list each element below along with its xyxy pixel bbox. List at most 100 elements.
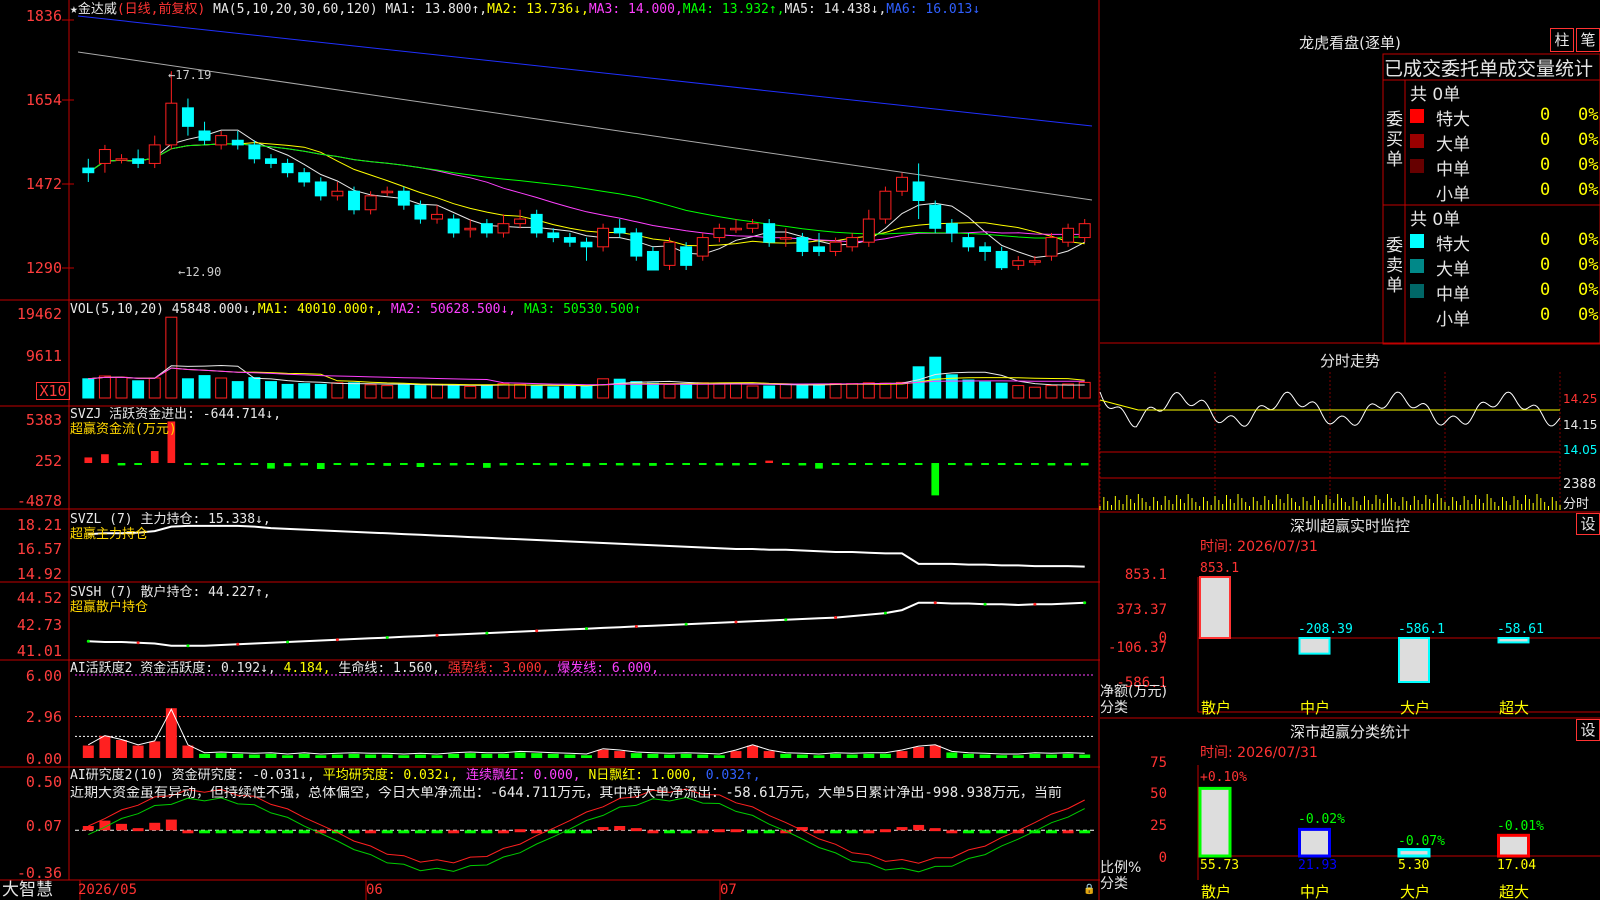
research-bar bbox=[680, 830, 692, 834]
stock-name: 金达威 bbox=[77, 2, 117, 17]
flow-bar bbox=[84, 457, 93, 464]
activity-bar bbox=[630, 753, 642, 758]
candle-down bbox=[646, 250, 659, 271]
volume-bar bbox=[796, 384, 809, 399]
research-bar bbox=[913, 824, 925, 831]
volume-bar bbox=[713, 382, 726, 399]
retail-holding-dot bbox=[335, 638, 339, 642]
flow-bar bbox=[433, 463, 441, 466]
candle-down bbox=[929, 204, 942, 229]
flow-bar bbox=[615, 463, 624, 466]
retail-holding-dot bbox=[883, 611, 887, 615]
volume-bar bbox=[82, 378, 95, 399]
activity-bar bbox=[547, 753, 559, 758]
activity-bar bbox=[780, 753, 792, 758]
activity-bar bbox=[1062, 753, 1074, 758]
flow-bar bbox=[831, 463, 840, 466]
candle-up bbox=[165, 102, 178, 146]
candle-up bbox=[779, 237, 792, 240]
candle-up bbox=[148, 144, 161, 164]
retail-holding-dot bbox=[236, 642, 240, 646]
flow-bar bbox=[267, 463, 275, 469]
candle-down bbox=[264, 158, 277, 164]
monitor-settings-button[interactable]: 设 bbox=[1576, 513, 1600, 535]
brand-logo[interactable]: 大智慧 bbox=[2, 880, 53, 900]
research-bar bbox=[597, 827, 609, 831]
svzl-tick: 14.92 bbox=[16, 565, 62, 583]
flow-bar bbox=[316, 463, 325, 470]
candle-up bbox=[729, 227, 742, 231]
retail-holding-dot bbox=[784, 618, 788, 622]
retail-holding-dot bbox=[136, 641, 140, 645]
research-bar bbox=[531, 830, 543, 834]
lock-icon[interactable]: 🔒 bbox=[1083, 882, 1095, 897]
flow-bar bbox=[283, 463, 292, 467]
flow-bar bbox=[649, 463, 657, 466]
svzj-header: SVZJ 活跃资金进出: -644.714↓, 超赢资金流(万元) bbox=[70, 407, 282, 437]
research-bar bbox=[879, 829, 891, 833]
research-bar bbox=[149, 822, 161, 831]
activity-bar bbox=[913, 746, 925, 758]
low-marker: ←12.90 bbox=[178, 265, 222, 279]
date-tick: 2026/05 bbox=[78, 882, 138, 898]
activity-bar bbox=[713, 755, 725, 758]
flow-bar bbox=[333, 463, 342, 466]
activity-bar bbox=[647, 753, 659, 758]
flow-bar bbox=[1014, 463, 1023, 466]
research-bar bbox=[132, 828, 144, 832]
activity-bar bbox=[99, 735, 111, 758]
svzj-tick: -4878 bbox=[16, 492, 62, 510]
candle-down bbox=[480, 223, 493, 234]
flow-bar bbox=[815, 463, 823, 469]
period-mode[interactable]: (日线,前复权) bbox=[117, 2, 205, 17]
volume-bar bbox=[215, 377, 228, 399]
candle-up bbox=[331, 190, 344, 197]
activity-bar bbox=[730, 751, 742, 758]
research-bar bbox=[514, 829, 526, 833]
volume-bar bbox=[231, 381, 244, 399]
flow-bar bbox=[1031, 463, 1039, 466]
candle-down bbox=[995, 250, 1008, 269]
activity-bar bbox=[199, 753, 211, 758]
research-bar bbox=[846, 830, 858, 834]
column-view-button[interactable]: 柱 bbox=[1550, 28, 1574, 52]
volume-bar bbox=[431, 383, 444, 399]
candle-down bbox=[132, 158, 145, 164]
retail-holding-dot bbox=[634, 624, 638, 628]
volume-bar bbox=[281, 383, 294, 399]
volume-bar bbox=[1045, 385, 1058, 399]
activity-bar bbox=[464, 753, 476, 758]
flow-bar bbox=[948, 463, 956, 466]
favorite-star-icon[interactable]: ★ bbox=[70, 2, 78, 17]
retail-holding-dot bbox=[435, 633, 439, 637]
activity-bar bbox=[863, 753, 875, 758]
volume-bar bbox=[1028, 386, 1041, 399]
research-bar bbox=[581, 830, 592, 834]
activity-bar bbox=[763, 751, 775, 758]
candle-up bbox=[846, 237, 859, 248]
activity-bar bbox=[282, 755, 294, 758]
activity-bar bbox=[182, 745, 194, 758]
research-wave-green bbox=[88, 796, 1085, 873]
activity-bar bbox=[298, 753, 310, 758]
activity-bar bbox=[414, 754, 426, 758]
flow-bar bbox=[233, 463, 242, 466]
activity-bar bbox=[946, 752, 958, 758]
flow-bar bbox=[715, 463, 724, 466]
class-share: 5.30 bbox=[1398, 858, 1430, 873]
volume-bar bbox=[862, 382, 875, 399]
class-bar bbox=[1397, 848, 1431, 858]
monitor-value: -586.1 bbox=[1398, 622, 1445, 637]
volume-bar bbox=[696, 382, 709, 399]
sell-total: 共 0单 bbox=[1410, 210, 1461, 230]
volume-bar bbox=[148, 377, 161, 399]
tick-view-button[interactable]: 笔 bbox=[1576, 28, 1600, 52]
svzl-tick: 16.57 bbox=[16, 540, 62, 558]
flow-bar bbox=[864, 463, 873, 466]
class-settings-button[interactable]: 设 bbox=[1576, 719, 1600, 741]
chart-canvas[interactable] bbox=[0, 0, 1600, 900]
flow-bar bbox=[516, 463, 524, 466]
volume-bar bbox=[364, 384, 377, 399]
volume-bar bbox=[264, 381, 277, 399]
monitor-axis-tick: 373.37 bbox=[1116, 602, 1167, 618]
